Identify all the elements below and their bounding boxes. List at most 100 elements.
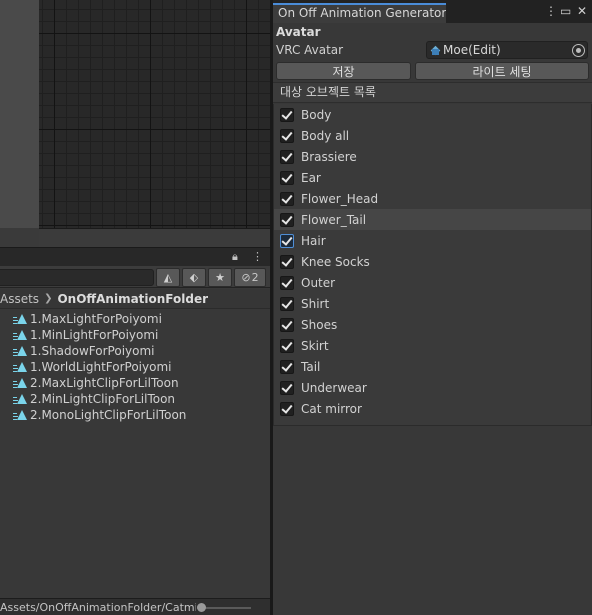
object-toggle-row[interactable]: Body bbox=[274, 104, 591, 125]
asset-item-label: 2.MinLightClipForLilToon bbox=[30, 392, 176, 406]
asset-item[interactable]: 1.MinLightForPoiyomi bbox=[0, 327, 270, 343]
object-toggle-row[interactable]: Skirt bbox=[274, 335, 591, 356]
animation-clip-icon bbox=[13, 329, 28, 341]
window-body: Avatar VRC Avatar Moe(Edit) 저장 라이트 세팅 대상… bbox=[273, 23, 592, 615]
object-checkbox[interactable] bbox=[280, 254, 294, 269]
asset-item-label: 1.ShadowForPoiyomi bbox=[30, 344, 155, 358]
prefab-cube-icon bbox=[430, 45, 441, 56]
zoom-slider-thumb[interactable] bbox=[197, 603, 206, 612]
object-checkbox[interactable] bbox=[280, 212, 294, 227]
light-settings-button[interactable]: 라이트 세팅 bbox=[415, 62, 589, 80]
object-label: Knee Socks bbox=[301, 254, 370, 269]
object-toggle-row[interactable]: Ear bbox=[274, 167, 591, 188]
hidden-packages-count: 2 bbox=[251, 271, 259, 284]
asset-item[interactable]: 1.ShadowForPoiyomi bbox=[0, 343, 270, 359]
object-checkbox[interactable] bbox=[280, 128, 294, 143]
maximize-icon[interactable]: ▭ bbox=[560, 4, 571, 18]
object-label: Tail bbox=[301, 359, 321, 374]
breadcrumb-root[interactable]: Assets bbox=[0, 292, 39, 306]
target-object-list-header: 대상 오브젝트 목록 bbox=[273, 82, 592, 103]
object-label: Shoes bbox=[301, 317, 338, 332]
animation-clip-icon bbox=[13, 393, 28, 405]
project-panel: 🔒︎ ⋮ ◭ ⬖ ★ ⊘ 2 Assets ❯ OnOffAnimationFo… bbox=[0, 247, 270, 615]
vrc-avatar-object-field[interactable]: Moe(Edit) bbox=[426, 41, 588, 59]
object-toggle-row[interactable]: Body all bbox=[274, 125, 591, 146]
asset-item-label: 2.MaxLightClipForLilToon bbox=[30, 376, 179, 390]
object-label: Cat mirror bbox=[301, 401, 362, 416]
window-footer bbox=[273, 609, 592, 615]
tag-icon: ⬖ bbox=[189, 271, 199, 284]
object-checkbox[interactable] bbox=[280, 401, 294, 416]
zoom-slider[interactable] bbox=[197, 603, 251, 612]
animation-clip-icon bbox=[13, 345, 28, 357]
object-toggle-row[interactable]: Shirt bbox=[274, 293, 591, 314]
breadcrumb-current[interactable]: OnOffAnimationFolder bbox=[57, 292, 208, 306]
animation-clip-icon bbox=[13, 377, 28, 389]
tab-on-off-animation-generator[interactable]: On Off Animation Generator bbox=[273, 3, 446, 23]
object-label: Ear bbox=[301, 170, 321, 185]
object-toggle-row[interactable]: Shoes bbox=[274, 314, 591, 335]
more-menu-icon[interactable]: ⋮ bbox=[545, 4, 557, 18]
close-icon[interactable]: ✕ bbox=[577, 4, 587, 18]
save-button[interactable]: 저장 bbox=[276, 62, 411, 80]
object-label: Hair bbox=[301, 233, 326, 248]
asset-item[interactable]: 1.WorldLightForPoiyomi bbox=[0, 359, 270, 375]
object-checkbox[interactable] bbox=[280, 359, 294, 374]
object-label: Brassiere bbox=[301, 149, 357, 164]
filter-by-label-button[interactable]: ⬖ bbox=[182, 268, 206, 287]
object-toggle-row[interactable]: Tail bbox=[274, 356, 591, 377]
animation-clip-icon bbox=[13, 361, 28, 373]
scene-bottom-bar bbox=[39, 228, 270, 247]
asset-item-label: 2.MonoLightClipForLilToon bbox=[30, 408, 187, 422]
object-toggle-row[interactable]: Hair bbox=[274, 230, 591, 251]
object-toggle-row[interactable]: Knee Socks bbox=[274, 251, 591, 272]
scene-side-strip bbox=[0, 0, 39, 228]
object-label: Shirt bbox=[301, 296, 330, 311]
lock-icon[interactable]: 🔒︎ bbox=[232, 250, 238, 264]
object-checkbox[interactable] bbox=[280, 338, 294, 353]
asset-item-label: 1.WorldLightForPoiyomi bbox=[30, 360, 172, 374]
asset-item-label: 1.MaxLightForPoiyomi bbox=[30, 312, 162, 326]
avatar-section-header: Avatar bbox=[276, 25, 321, 39]
object-checkbox[interactable] bbox=[280, 233, 294, 248]
project-search-input[interactable] bbox=[0, 269, 154, 286]
object-label: Underwear bbox=[301, 380, 367, 395]
asset-item[interactable]: 1.MaxLightForPoiyomi bbox=[0, 311, 270, 327]
object-toggle-row[interactable]: Brassiere bbox=[274, 146, 591, 167]
object-checkbox[interactable] bbox=[280, 191, 294, 206]
star-icon: ★ bbox=[215, 271, 225, 284]
scene-view[interactable] bbox=[0, 0, 270, 247]
asset-item[interactable]: 2.MaxLightClipForLilToon bbox=[0, 375, 270, 391]
object-picker-icon[interactable] bbox=[572, 44, 585, 57]
object-toggle-row[interactable]: Flower_Head bbox=[274, 188, 591, 209]
object-checkbox[interactable] bbox=[280, 149, 294, 164]
filter-type-icon: ◭ bbox=[163, 271, 173, 284]
object-checkbox[interactable] bbox=[280, 107, 294, 122]
object-toggle-row[interactable]: Cat mirror bbox=[274, 398, 591, 419]
asset-item[interactable]: 2.MonoLightClipForLilToon bbox=[0, 407, 270, 423]
object-checkbox[interactable] bbox=[280, 380, 294, 395]
animation-clip-icon bbox=[13, 313, 28, 325]
vrc-avatar-label: VRC Avatar bbox=[276, 43, 344, 57]
object-checkbox[interactable] bbox=[280, 317, 294, 332]
object-checkbox[interactable] bbox=[280, 296, 294, 311]
object-toggle-row[interactable]: Outer bbox=[274, 272, 591, 293]
asset-list: 1.MaxLightForPoiyomi 1.MinLightForPoiyomi… bbox=[0, 311, 270, 423]
selected-asset-path: Assets/OnOffAnimationFolder/Catmirror.an… bbox=[0, 601, 196, 614]
scene-grid[interactable] bbox=[39, 0, 270, 228]
object-label: Body all bbox=[301, 128, 350, 143]
favorites-button[interactable]: ★ bbox=[208, 268, 232, 287]
vrc-avatar-value: Moe(Edit) bbox=[443, 43, 501, 57]
filter-by-type-button[interactable]: ◭ bbox=[156, 268, 180, 287]
object-label: Outer bbox=[301, 275, 336, 290]
object-toggle-row[interactable]: Underwear bbox=[274, 377, 591, 398]
target-object-list: Body Body all Brassiere Ear Flower_Head Flowe… bbox=[273, 104, 592, 426]
hidden-packages-button[interactable]: ⊘ 2 bbox=[234, 268, 266, 287]
more-menu-icon[interactable]: ⋮ bbox=[252, 250, 263, 263]
object-checkbox[interactable] bbox=[280, 275, 294, 290]
object-checkbox[interactable] bbox=[280, 170, 294, 185]
asset-item[interactable]: 2.MinLightClipForLilToon bbox=[0, 391, 270, 407]
object-toggle-row[interactable]: Flower_Tail bbox=[274, 209, 591, 230]
project-toolbar: ◭ ⬖ ★ ⊘ 2 bbox=[0, 266, 270, 288]
object-label: Flower_Tail bbox=[301, 212, 367, 227]
